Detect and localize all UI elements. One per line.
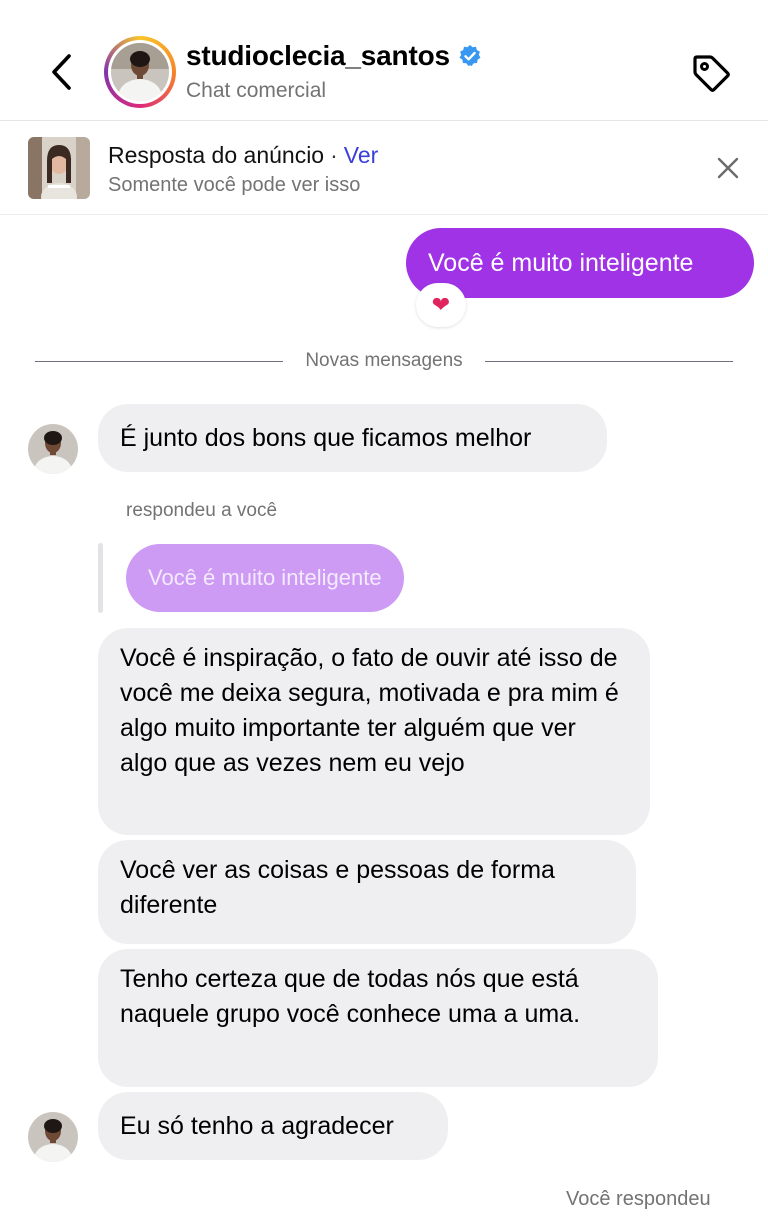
close-banner-button[interactable] (712, 152, 744, 184)
received-message-bubble[interactable]: Tenho certeza que de todas nós que está … (98, 949, 658, 1087)
sender-avatar[interactable] (28, 424, 78, 474)
profile-photo (111, 43, 169, 101)
received-message-bubble[interactable]: É junto dos bons que ficamos melhor (98, 404, 607, 472)
replied-to-you-label: respondeu a você (126, 500, 278, 521)
quoted-message-bubble[interactable]: Você é muito inteligente (126, 544, 404, 612)
tag-button[interactable] (688, 50, 734, 96)
profile-avatar[interactable] (104, 36, 176, 108)
message-reaction[interactable]: ❤ (416, 283, 466, 327)
message-text: Eu só tenho a agradecer (120, 1111, 394, 1140)
verified-badge-icon (459, 45, 481, 66)
divider-line-right (485, 361, 733, 362)
tag-icon (693, 55, 730, 92)
chat-header: studioclecia_santos Chat comercial (0, 0, 768, 121)
message-text: Você ver as coisas e pessoas de forma di… (120, 856, 555, 919)
reply-status-label: Você respondeu (566, 1188, 711, 1210)
title-separator: · (330, 142, 338, 168)
ad-reply-subtitle: Somente você pode ver isso (108, 174, 361, 196)
username-text: studioclecia_santos (186, 40, 450, 71)
received-message-bubble[interactable]: Você ver as coisas e pessoas de forma di… (98, 840, 636, 944)
ad-reply-title-text: Resposta do anúncio (108, 142, 325, 168)
message-text: Você é muito inteligente (428, 248, 694, 277)
heart-emoji-icon: ❤ (431, 292, 451, 317)
message-text: Você é inspiração, o fato de ouvir até i… (120, 644, 619, 777)
received-message-bubble[interactable]: Eu só tenho a agradecer (98, 1092, 448, 1160)
close-icon (717, 157, 739, 179)
message-text: Tenho certeza que de todas nós que está … (120, 965, 581, 1028)
chat-subtitle: Chat comercial (186, 79, 327, 102)
received-message-bubble[interactable]: Você é inspiração, o fato de ouvir até i… (98, 628, 650, 835)
dm-thread-screen: studioclecia_santos Chat comercial Respo… (0, 0, 768, 1232)
quote-bar (98, 543, 103, 613)
view-ad-link[interactable]: Ver (344, 142, 379, 168)
ad-thumbnail[interactable] (28, 137, 90, 199)
chat-username[interactable]: studioclecia_santos (186, 40, 482, 72)
chevron-left-icon (52, 54, 71, 90)
ad-reply-banner[interactable]: Resposta do anúncio · Ver Somente você pod… (0, 122, 768, 215)
quoted-text: Você é muito inteligente (148, 565, 382, 590)
message-text: É junto dos bons que ficamos melhor (120, 423, 532, 452)
ad-reply-title: Resposta do anúncio · Ver (108, 142, 378, 169)
sender-avatar[interactable] (28, 1112, 78, 1162)
back-button[interactable] (42, 48, 82, 96)
